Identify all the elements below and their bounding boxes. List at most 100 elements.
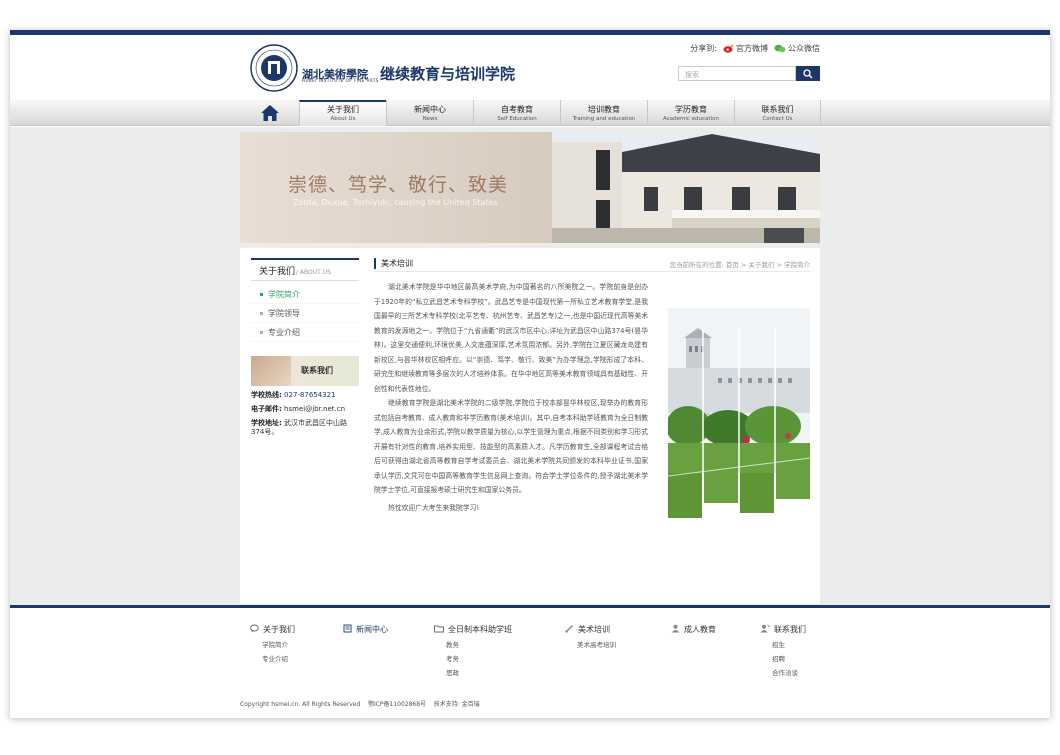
banner-motto-panel: 崇德、笃学、敬行、致美 Zonta, Duxue, Toshiyuki, cau… <box>240 132 552 243</box>
bullet-icon <box>260 330 263 334</box>
college-logo[interactable] <box>250 44 298 92</box>
nav-item-news[interactable]: 新闻中心 News <box>386 100 473 126</box>
header: 湖北美術學院 HUBEI INSTITUTE OF FINE ARTS 继续教育… <box>10 35 1050 100</box>
bullet-icon <box>260 311 263 315</box>
footer-link[interactable]: 教务 <box>434 639 512 649</box>
sidebar-title-text: 关于我们 <box>259 267 296 277</box>
page-frame: 湖北美術學院 HUBEI INSTITUTE OF FINE ARTS 继续教育… <box>10 30 1050 718</box>
main-column: 美术培训 您当前所在的位置: 首页 > 关于我们 > 学院简介 湖北美术学院是华… <box>374 258 810 518</box>
campus-building-image <box>552 132 820 243</box>
weibo-label: 官方微博 <box>736 44 768 53</box>
nav-label: 自考教育 <box>501 105 533 114</box>
sidebar-item-leaders[interactable]: 学院领导 <box>251 304 359 323</box>
sidebar: 关于我们/ ABOUT US 学院简介 学院领导 专业介绍 联系我们 学校热线:… <box>251 258 359 437</box>
sidebar-title-english: / ABOUT US <box>296 269 331 276</box>
bullet-icon <box>260 292 263 296</box>
banner-motto-english: Zonta, Duxue, Toshiyuki, causing the Uni… <box>293 198 498 207</box>
sidebar-item-majors[interactable]: 专业介绍 <box>251 323 359 342</box>
nav-item-self-education[interactable]: 自考教育 Self Education <box>473 100 560 126</box>
address-label: 学校地址: <box>251 419 282 427</box>
banner: 崇德、笃学、敬行、致美 Zonta, Duxue, Toshiyuki, cau… <box>240 132 820 243</box>
nav-label: 联系我们 <box>761 105 794 114</box>
person-icon <box>671 624 680 635</box>
article-paragraph: 湖北美术学院是华中地区最高美术学府,为中国著名的八所美院之一。学院前身是创办于1… <box>374 283 648 393</box>
footer-heading-label: 关于我们 <box>263 625 295 634</box>
wechat-label: 公众微信 <box>788 44 820 53</box>
footer-link[interactable]: 招聘 <box>760 653 806 663</box>
home-icon[interactable] <box>260 104 280 122</box>
footer-heading[interactable]: 美术培训 <box>565 624 616 635</box>
footer-link[interactable]: 考务 <box>434 653 512 663</box>
tech-support: 技术支持: 金百瑞 <box>433 701 480 708</box>
footer-link[interactable]: 专业介绍 <box>250 653 295 663</box>
sidebar-item-label: 专业介绍 <box>268 327 300 337</box>
footer-heading[interactable]: 关于我们 <box>250 624 295 635</box>
search-button[interactable] <box>796 66 820 81</box>
footer-column-about: 关于我们学院简介专业介绍 <box>250 624 295 663</box>
wechat-link[interactable]: 公众微信 <box>774 43 820 54</box>
sidebar-menu: 学院简介 学院领导 专业介绍 <box>251 281 359 342</box>
search-input[interactable]: 搜索 <box>678 66 796 81</box>
nav-item-academic[interactable]: 学历教育 Academic education <box>647 100 734 126</box>
campus-photo <box>668 298 810 518</box>
content-area: 崇德、笃学、敬行、致美 Zonta, Duxue, Toshiyuki, cau… <box>10 127 1050 668</box>
nav-label-english: Self Education <box>497 116 537 122</box>
icp-number[interactable]: 鄂ICP备11002868号 <box>368 701 426 708</box>
copyright-bar: Copyright hsmei.cn. All Rights Reserved … <box>240 699 480 708</box>
email-value: hsmei@jbr.net.cn <box>284 405 346 413</box>
chat-icon <box>250 624 259 635</box>
main-nav: 关于我们 About Us 新闻中心 News 自考教育 Self Education 培训… <box>10 100 1050 126</box>
footer-heading-label: 美术培训 <box>578 625 610 634</box>
news-icon <box>343 624 352 635</box>
footer-heading-label: 成人教育 <box>684 625 716 634</box>
contact-banner: 联系我们 <box>251 356 359 386</box>
nav-label: 培训教育 <box>588 105 620 114</box>
article-paragraph: 热忱欢迎广大考生来我院学习! <box>388 503 480 512</box>
footer-link[interactable]: 学院简介 <box>250 639 295 649</box>
nav-item-contact[interactable]: 联系我们 Contact Us <box>734 100 821 126</box>
footer-heading[interactable]: 成人教育 <box>671 624 716 635</box>
footer-heading[interactable]: 新闻中心 <box>343 624 388 635</box>
breadcrumb[interactable]: 您当前所在的位置: 首页 > 关于我们 > 学院简介 <box>670 259 810 269</box>
search-form: 搜索 <box>678 66 820 81</box>
nav-label-english: Contact Us <box>762 116 793 122</box>
footer-column-art-training: 美术培训美术高考培训 <box>565 624 616 649</box>
footer-link[interactable]: 思政 <box>434 667 512 677</box>
nav-item-training[interactable]: 培训教育 Training and education <box>560 100 647 126</box>
footer-link[interactable]: 合作洽谈 <box>760 667 806 677</box>
brush-icon <box>565 624 574 635</box>
wechat-icon <box>774 44 786 53</box>
nav-label: 关于我们 <box>327 105 359 114</box>
contact-label: 联系我们 <box>301 366 333 375</box>
footer-link[interactable]: 招生 <box>760 639 806 649</box>
main-header: 美术培训 您当前所在的位置: 首页 > 关于我们 > 学院简介 <box>374 258 810 272</box>
nav-label-english: Academic education <box>663 116 719 122</box>
content-panel: 关于我们/ ABOUT US 学院简介 学院领导 专业介绍 联系我们 学校热线:… <box>240 248 820 604</box>
nav-item-about[interactable]: 关于我们 About Us <box>299 100 386 126</box>
contact-address: 学校地址: 武汉市武昌区中山路374号。 <box>251 419 359 437</box>
hotline-value: 027-87654321 <box>284 391 336 399</box>
search-icon <box>803 68 813 78</box>
nav-label: 学历教育 <box>675 105 707 114</box>
footer-heading-label: 新闻中心 <box>356 625 388 634</box>
article-body: 湖北美术学院是华中地区最高美术学府,为中国著名的八所美院之一。学院前身是创办于1… <box>374 280 648 515</box>
footer-heading[interactable]: 全日制本科助学班 <box>434 624 512 635</box>
weibo-link[interactable]: 官方微博 <box>723 43 768 54</box>
sidebar-title: 关于我们/ ABOUT US <box>251 258 359 281</box>
footer-heading[interactable]: 联系我们 <box>760 624 806 635</box>
sidebar-item-intro[interactable]: 学院简介 <box>251 285 359 304</box>
footer-link[interactable]: 美术高考培训 <box>565 639 616 649</box>
email-label: 电子邮件: <box>251 405 282 413</box>
article-paragraph: 继续教育学院是湖北美术学院的二级学院,学院位于校本部昙华林校区,现举办的教育形式… <box>374 399 648 494</box>
contact-email: 电子邮件: hsmei@jbr.net.cn <box>251 405 359 414</box>
nav-label-english: Training and education <box>572 116 636 122</box>
nav-list: 关于我们 About Us 新闻中心 News 自考教育 Self Education 培训… <box>299 100 821 126</box>
nav-label-english: News <box>422 116 438 122</box>
share-label: 分享到: <box>690 44 717 53</box>
footer-heading-label: 联系我们 <box>774 625 806 634</box>
hotline-label: 学校热线: <box>251 391 282 399</box>
footer-column-bachelor-class: 全日制本科助学班 教务考务思政 <box>434 624 512 677</box>
main-title: 美术培训 <box>374 258 413 269</box>
copyright-text: Copyright hsmei.cn. All Rights Reserved <box>240 701 361 708</box>
contact-hotline: 学校热线: 027-87654321 <box>251 391 359 400</box>
